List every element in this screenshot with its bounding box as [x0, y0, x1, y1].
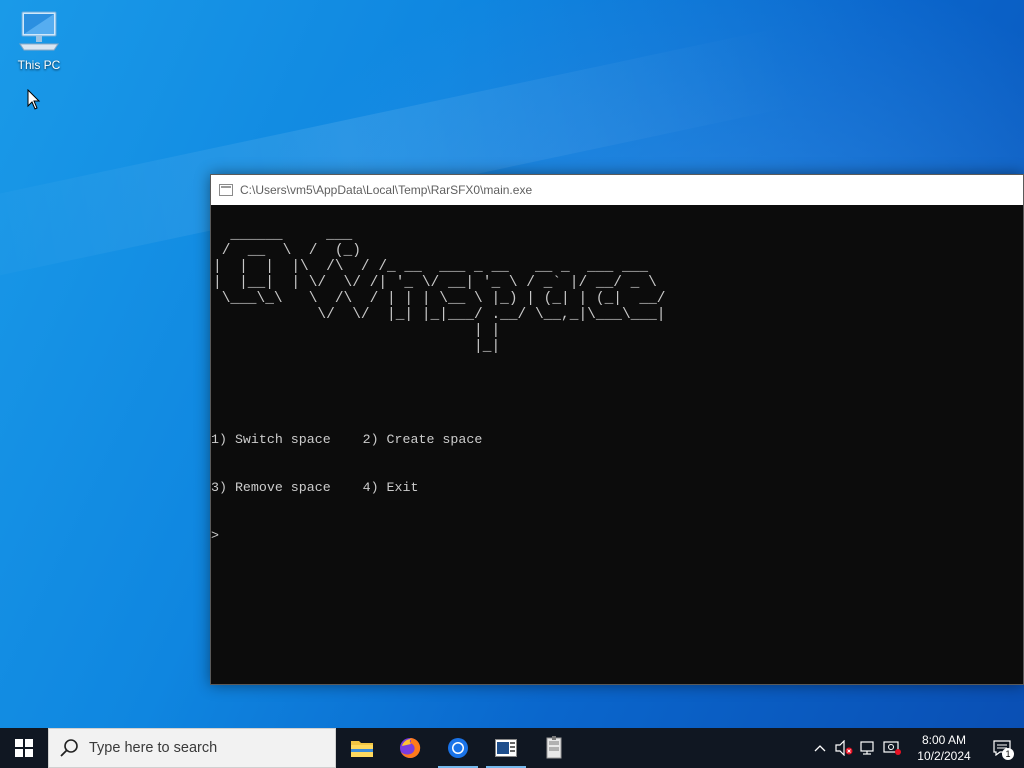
start-button[interactable]: [0, 728, 48, 768]
console-output[interactable]: ______ ___ / __ \ / (_) | | | |\ /\ / /_…: [211, 227, 1023, 544]
display-button[interactable]: [880, 728, 904, 768]
menu-line: 3) Remove space 4) Exit: [211, 480, 419, 495]
menu-line: 1) Switch space 2) Create space: [211, 432, 483, 447]
console-title: C:\Users\vm5\AppData\Local\Temp\RarSFX0\…: [240, 183, 533, 197]
console-app-icon: [219, 184, 233, 196]
desktop: This PC C:\Users\vm5\AppData\Local\Temp\…: [0, 0, 1024, 728]
show-hidden-icons-button[interactable]: [808, 728, 832, 768]
taskbar-apps: [338, 728, 578, 768]
ascii-banner: ______ ___ / __ \ / (_) | | | |\ /\ / /_…: [213, 227, 666, 355]
taskbar-firefox[interactable]: [386, 728, 434, 768]
volume-muted-icon: [835, 740, 853, 756]
chevron-up-icon: [814, 745, 826, 752]
console-titlebar[interactable]: C:\Users\vm5\AppData\Local\Temp\RarSFX0\…: [211, 175, 1023, 205]
display-warning-icon: [883, 741, 901, 755]
desktop-icon-label: This PC: [17, 58, 61, 72]
chrome-icon: [448, 738, 468, 758]
system-tray: 8:00 AM 10/2/2024 1: [808, 728, 1024, 768]
folder-icon: [351, 741, 373, 757]
windows-logo-icon: [15, 739, 33, 757]
search-placeholder: Type here to search: [89, 740, 218, 756]
console-window[interactable]: C:\Users\vm5\AppData\Local\Temp\RarSFX0\…: [210, 174, 1024, 685]
taskbar: Type here to search 8:00 AM 10/2/2024 1: [0, 728, 1024, 768]
taskbar-file-explorer[interactable]: [338, 728, 386, 768]
network-icon: [860, 741, 874, 755]
network-button[interactable]: [856, 728, 880, 768]
clock-time: 8:00 AM: [921, 733, 967, 747]
action-center-button[interactable]: 1: [980, 728, 1024, 768]
notification-count-badge: 1: [1002, 748, 1014, 760]
archive-icon: [546, 736, 562, 759]
terminal-icon: [495, 739, 517, 757]
this-pc-icon: [19, 11, 59, 51]
taskbar-clock[interactable]: 8:00 AM 10/2/2024: [908, 732, 980, 764]
clock-date: 10/2/2024: [917, 749, 971, 763]
taskbar-search-box[interactable]: Type here to search: [48, 728, 336, 768]
taskbar-console-window[interactable]: [482, 728, 530, 768]
volume-button[interactable]: [832, 728, 856, 768]
taskbar-archive-app[interactable]: [530, 728, 578, 768]
console-prompt[interactable]: >: [211, 528, 1023, 544]
console-menu: 1) Switch space 2) Create space 3) Remov…: [211, 400, 1023, 528]
firefox-icon: [400, 737, 421, 758]
search-icon: [60, 739, 78, 757]
mouse-pointer-icon: [27, 89, 41, 110]
taskbar-chrome[interactable]: [434, 728, 482, 768]
desktop-icon-this-pc[interactable]: This PC: [10, 8, 68, 78]
